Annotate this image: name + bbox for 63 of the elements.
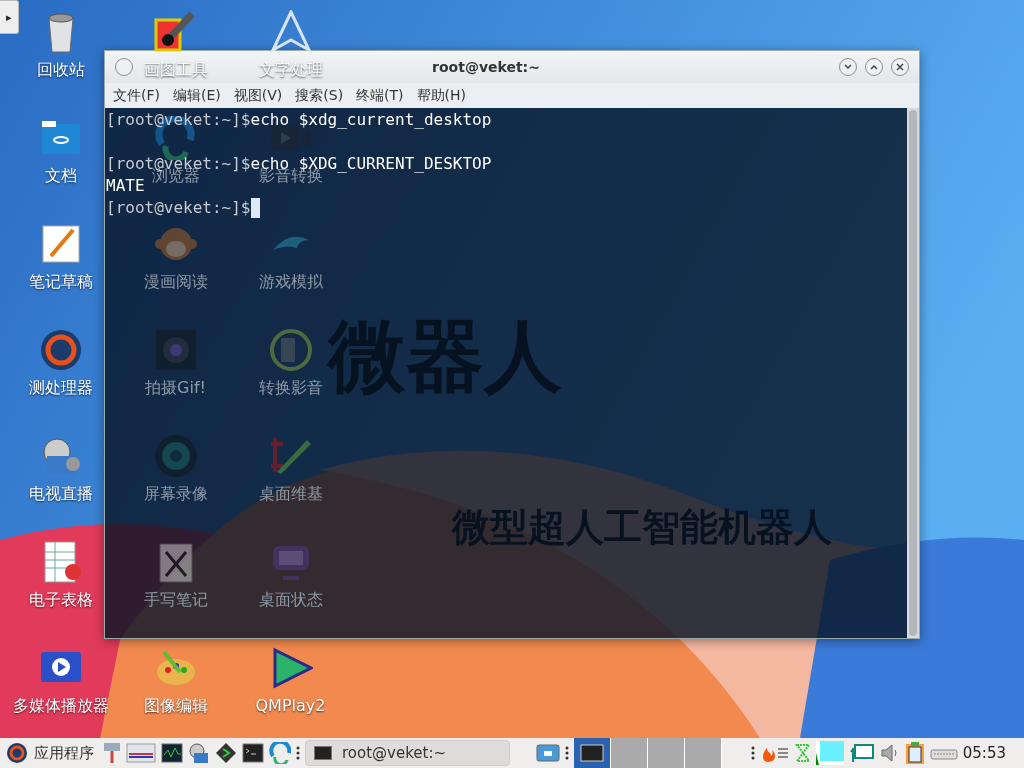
- chart-window-icon[interactable]: [126, 742, 156, 764]
- cpu-graph-icon[interactable]: [815, 741, 844, 765]
- command-text: echo $xdg_current_desktop: [250, 109, 492, 131]
- icon-label: 画图工具: [143, 60, 208, 81]
- menu-item[interactable]: 视图(V): [229, 84, 287, 107]
- film-music-icon[interactable]: [268, 328, 313, 372]
- panel-toggle[interactable]: ▸: [0, 0, 19, 34]
- icon-label: 文档: [44, 166, 77, 187]
- swirl-logo-icon[interactable]: [38, 328, 83, 372]
- swirl-logo-icon: [6, 742, 28, 764]
- menu-item[interactable]: 终端(T): [352, 84, 408, 107]
- menu-item[interactable]: 文件(F): [109, 84, 164, 107]
- icon-label: 电视直播: [28, 484, 93, 505]
- icon-label: 回收站: [36, 60, 85, 81]
- grip-handle[interactable]: [296, 745, 300, 761]
- close-icon: [896, 63, 904, 71]
- screenshot-icon[interactable]: [535, 744, 560, 762]
- icon-label: 桌面状态: [258, 590, 323, 611]
- icon-label: 多媒体播放器: [12, 696, 109, 717]
- minimize-button[interactable]: [839, 58, 857, 76]
- applications-menu-button[interactable]: 应用程序: [6, 742, 98, 764]
- play-diamond-icon[interactable]: [215, 742, 237, 764]
- menu-item[interactable]: 编辑(E): [169, 84, 225, 107]
- terminal-icon: [314, 746, 332, 760]
- keyboard-icon[interactable]: [929, 746, 958, 760]
- maximize-button[interactable]: [865, 58, 883, 76]
- shell-prompt: [root@veket:~]$: [106, 197, 251, 219]
- network-icon[interactable]: [848, 742, 875, 764]
- triangle-logo-icon[interactable]: [268, 10, 313, 54]
- grip-handle[interactable]: [564, 745, 569, 761]
- icon-label: 文字处理: [258, 60, 323, 81]
- close-button[interactable]: [891, 58, 909, 76]
- icon-label: 屏幕录像: [143, 484, 208, 505]
- terminal-icon: [579, 744, 604, 762]
- icon-label: QMPlay2: [255, 696, 326, 715]
- icon-label: 转换影音: [258, 378, 323, 399]
- chevron-down-icon: [844, 64, 852, 70]
- icon-label: 测处理器: [28, 378, 93, 399]
- speaker-icon[interactable]: [879, 743, 900, 763]
- icon-label: 图像编辑: [143, 696, 208, 717]
- task-button[interactable]: root@veket:~: [305, 740, 510, 766]
- scrollbar[interactable]: [907, 108, 919, 638]
- chevron-up-icon: [870, 64, 878, 70]
- clock[interactable]: 05:53: [962, 744, 1018, 762]
- workspace-button[interactable]: [573, 738, 611, 768]
- icon-label: 漫画阅读: [143, 272, 208, 293]
- output-text: MATE: [106, 175, 145, 197]
- window-menu-button[interactable]: [115, 58, 133, 76]
- icon-label: 桌面维基: [258, 484, 323, 505]
- clipboard-icon[interactable]: [904, 741, 925, 765]
- icon-label: 电子表格: [28, 590, 93, 611]
- grip-handle[interactable]: [750, 745, 755, 761]
- icon-label: 笔记草稿: [28, 272, 93, 293]
- text-cursor: [250, 198, 260, 218]
- icon-label: 手写笔记: [143, 590, 208, 611]
- shell-prompt: [root@veket:~]$: [106, 109, 251, 131]
- terminal-icon[interactable]: [242, 743, 264, 763]
- icon-label: 拍摄Gif!: [145, 378, 206, 399]
- window-title: root@veket:~: [432, 59, 540, 75]
- system-monitor-icon[interactable]: [161, 743, 183, 763]
- menu-item[interactable]: 搜索(S): [291, 84, 348, 107]
- icon-label: 游戏模拟: [258, 272, 323, 293]
- menu-item[interactable]: 帮助(H): [412, 84, 471, 107]
